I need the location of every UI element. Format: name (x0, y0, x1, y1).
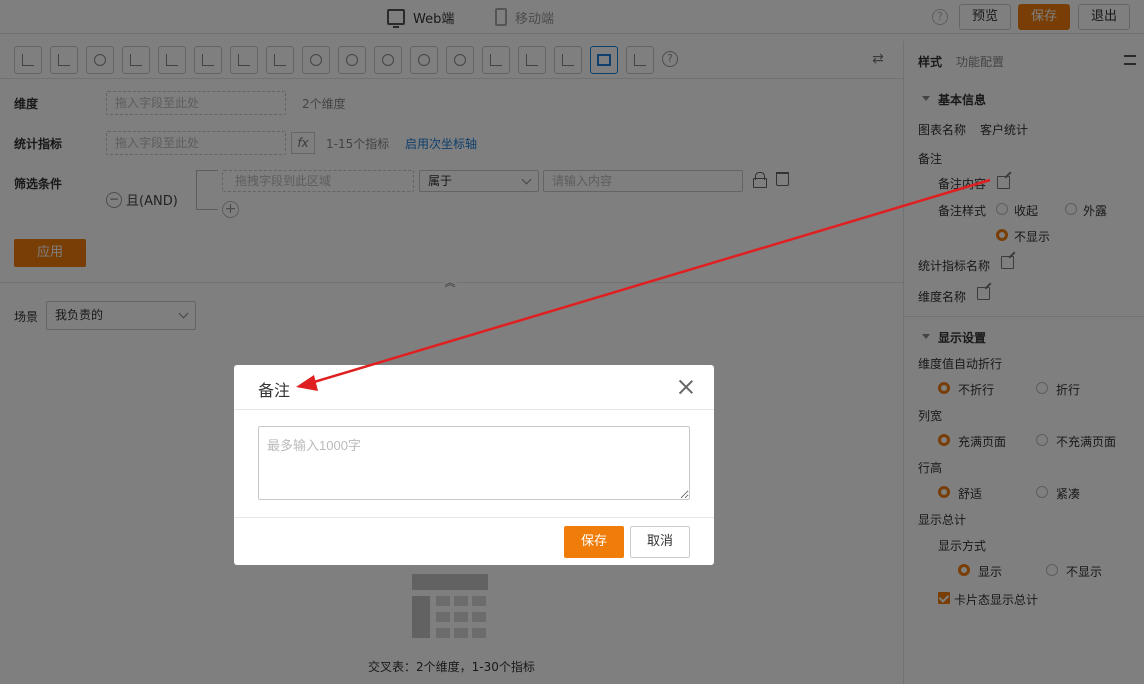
dialog-footer-divider (234, 517, 714, 518)
close-icon[interactable] (678, 379, 694, 395)
modal-overlay (0, 0, 1144, 684)
note-textarea[interactable] (258, 426, 690, 500)
dialog-title: 备注 (258, 381, 291, 400)
dialog-header-divider (234, 409, 714, 410)
note-dialog: 备注 保存 取消 (234, 365, 714, 565)
dialog-save-button[interactable]: 保存 (564, 526, 624, 558)
dialog-cancel-button[interactable]: 取消 (630, 526, 690, 558)
